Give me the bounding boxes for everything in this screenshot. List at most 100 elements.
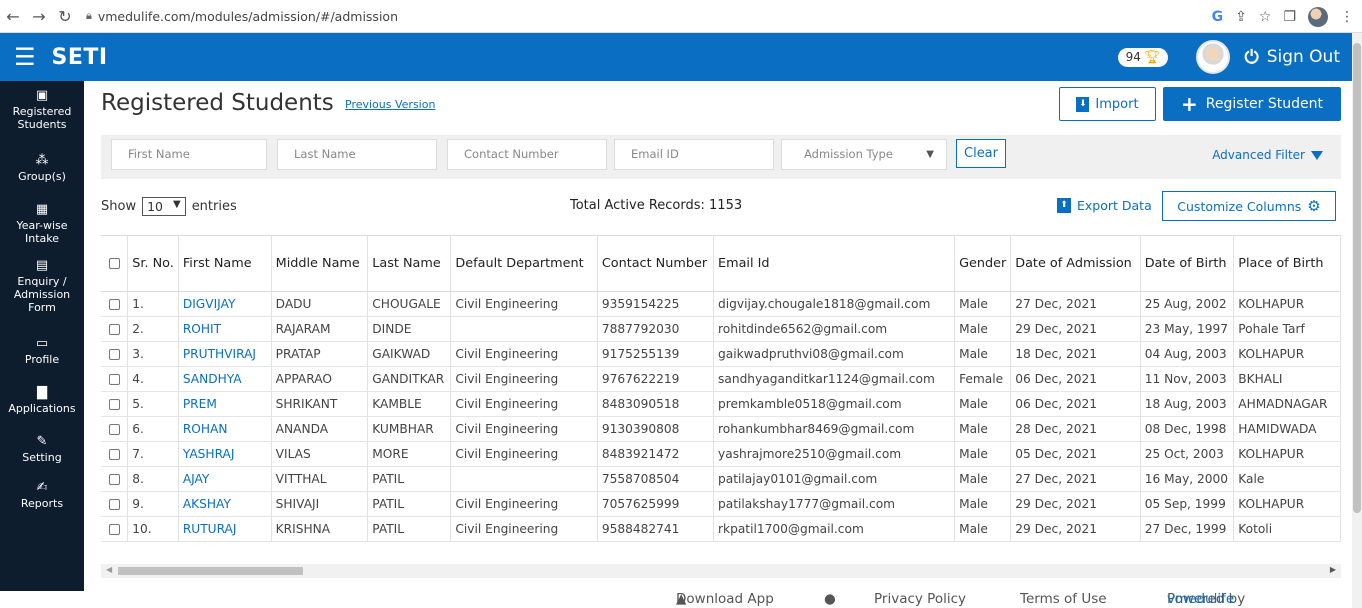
trophy-icon: 🏆︎ <box>1143 49 1161 65</box>
select-all-checkbox[interactable] <box>109 257 120 269</box>
row-checkbox[interactable] <box>109 298 120 310</box>
column-header[interactable]: Last Name <box>367 236 452 292</box>
sidebar-item-year-wise-intake[interactable]: ▦ Year-wise Intake <box>0 203 84 245</box>
apple-icon[interactable]: ● <box>824 591 836 607</box>
scroll-left-icon[interactable]: ◀ <box>106 565 112 574</box>
entries-select[interactable]: 10 ▼ <box>142 197 186 216</box>
table-cell: 9588482741 <box>597 516 715 542</box>
scroll-right-icon[interactable]: ▶ <box>1330 565 1336 574</box>
register-student-button[interactable]: + Register Student <box>1163 87 1341 121</box>
sidepanel-icon[interactable]: ❐ <box>1283 9 1296 25</box>
column-header[interactable]: First Name <box>178 236 272 292</box>
table-row[interactable]: 4. SANDHYA APPARAO GANDITKAR Civil Engineeri… <box>101 366 1341 392</box>
student-name-link[interactable]: PREM <box>178 391 272 417</box>
bookmark-star-icon[interactable]: ☆ <box>1259 9 1272 25</box>
table-row[interactable]: 5. PREM SHRIKANT KAMBLE Civil Engineering 848… <box>101 391 1341 417</box>
previous-version-link[interactable]: Previous Version <box>345 98 435 111</box>
contact-number-input[interactable]: Contact Number <box>447 139 607 170</box>
column-header[interactable]: Email Id <box>713 236 956 292</box>
table-horizontal-scrollbar[interactable]: ◀ ▶ <box>101 564 1341 578</box>
table-cell: PATIL <box>367 516 452 542</box>
page-scrollbar[interactable] <box>1352 33 1362 608</box>
email-id-input[interactable]: Email ID <box>614 139 774 170</box>
column-header[interactable]: Middle Name <box>271 236 369 292</box>
column-header[interactable]: Place of Birth <box>1233 236 1341 292</box>
customize-columns-button[interactable]: Customize Columns ⚙ <box>1162 191 1336 221</box>
last-name-input[interactable]: Last Name <box>277 139 437 170</box>
student-name-link[interactable]: RUTURAJ <box>178 516 272 542</box>
student-name-link[interactable]: PRUTHVIRAJ <box>178 341 272 367</box>
sidebar-item-reports[interactable]: ✍ Reports <box>0 481 84 510</box>
row-checkbox[interactable] <box>109 498 120 510</box>
column-header[interactable]: Date of Birth <box>1140 236 1235 292</box>
table-cell: SHIVAJI <box>271 491 369 517</box>
sidebar-item-setting[interactable]: ✎ Setting <box>0 435 84 464</box>
column-header[interactable]: Sr. No. <box>127 236 179 292</box>
row-checkbox[interactable] <box>109 523 120 535</box>
student-name-link[interactable]: SANDHYA <box>178 366 272 392</box>
column-header[interactable]: Contact Number <box>597 236 715 292</box>
column-header[interactable]: Default Department <box>450 236 598 292</box>
admission-type-select[interactable]: Admission Type ▼ <box>781 139 947 170</box>
clear-button[interactable]: Clear <box>956 139 1006 168</box>
google-icon[interactable]: G <box>1212 9 1224 25</box>
table-row[interactable]: 8. AJAY VITTHAL PATIL 7558708504 patilajay010… <box>101 466 1341 492</box>
table-cell: patilakshay1777@gmail.com <box>713 491 956 517</box>
table-row[interactable]: 1. DIGVIJAY DADU CHOUGALE Civil Engineering 9… <box>101 291 1341 317</box>
table-row[interactable]: 7. YASHRAJ VILAS MORE Civil Engineering 84839… <box>101 441 1341 467</box>
table-row[interactable]: 2. ROHIT RAJARAM DINDE 7887792030 rohitdinde6… <box>101 316 1341 342</box>
student-name-link[interactable]: AKSHAY <box>178 491 272 517</box>
table-row[interactable]: 6. ROHAN ANANDA KUMBHAR Civil Engineering 913… <box>101 416 1341 442</box>
browser-profile-icon[interactable] <box>1308 6 1328 27</box>
browser-menu-icon[interactable]: ⋮ <box>1340 9 1354 25</box>
row-checkbox[interactable] <box>109 373 120 385</box>
export-data-button[interactable]: ⬆ Export Data <box>1057 198 1152 213</box>
table-header-row: Sr. No. First Name Middle Name Last Name… <box>101 236 1341 292</box>
points-badge[interactable]: 94 🏆︎ <box>1117 47 1169 67</box>
privacy-policy-link[interactable]: Privacy Policy <box>874 591 966 607</box>
reload-icon[interactable]: ↻ <box>52 7 78 26</box>
row-checkbox[interactable] <box>109 348 120 360</box>
student-name-link[interactable]: YASHRAJ <box>178 441 272 467</box>
row-checkbox[interactable] <box>109 473 120 485</box>
sidebar-item-applications[interactable]: ▇ Applications <box>0 386 84 415</box>
table-row[interactable]: 3. PRUTHVIRAJ PRATAP GAIKWAD Civil Engineeri… <box>101 341 1341 367</box>
table-row[interactable]: 10. RUTURAJ KRISHNA PATIL Civil Engineering 9… <box>101 516 1341 542</box>
address-bar[interactable]: 🔒︎ vmedulife.com/modules/admission/#/adm… <box>86 9 398 24</box>
forward-icon[interactable]: → <box>26 7 52 26</box>
android-icon[interactable]: ▲ <box>676 591 686 607</box>
row-checkbox[interactable] <box>109 323 120 335</box>
vmedulife-link[interactable]: vmedulife <box>1167 591 1234 607</box>
table-cell: KUMBHAR <box>367 416 452 442</box>
student-name-link[interactable]: AJAY <box>178 466 272 492</box>
table-row[interactable]: 9. AKSHAY SHIVAJI PATIL Civil Engineering 705… <box>101 491 1341 517</box>
row-checkbox[interactable] <box>109 448 120 460</box>
table-cell: 29 Dec, 2021 <box>1010 491 1141 517</box>
table-cell: 9130390808 <box>597 416 715 442</box>
table-cell: Male <box>954 441 1012 467</box>
column-header[interactable]: Date of Admission <box>1010 236 1141 292</box>
back-icon[interactable]: ← <box>0 7 26 26</box>
student-name-link[interactable]: ROHIT <box>178 316 272 342</box>
sidebar-item-registered-students[interactable]: ▣ Registered Students <box>0 89 84 131</box>
student-name-link[interactable]: DIGVIJAY <box>178 291 272 317</box>
advanced-filter-button[interactable]: Advanced Filter <box>1212 148 1323 162</box>
page-scrollbar-thumb[interactable] <box>1353 43 1361 513</box>
sign-out-button[interactable]: ⏻ Sign Out <box>1244 47 1340 68</box>
row-checkbox[interactable] <box>109 423 120 435</box>
terms-of-use-link[interactable]: Terms of Use <box>1020 591 1107 607</box>
row-checkbox[interactable] <box>109 398 120 410</box>
table-cell: DINDE <box>367 316 452 342</box>
sidebar-item-groups[interactable]: ⁂ Group(s) <box>0 154 84 183</box>
column-header[interactable]: Gender <box>954 236 1012 292</box>
student-name-link[interactable]: ROHAN <box>178 416 272 442</box>
hamburger-menu-icon[interactable]: ☰ <box>14 43 36 71</box>
share-icon[interactable]: ⇪ <box>1235 9 1247 25</box>
first-name-input[interactable]: First Name <box>111 139 267 170</box>
import-button[interactable]: ⬇ Import <box>1059 87 1156 121</box>
sidebar-item-enquiry-admission-form[interactable]: ▤ Enquiry / Admission Form <box>0 259 84 314</box>
table-scrollbar-thumb[interactable] <box>118 567 303 575</box>
table-cell: 04 Aug, 2003 <box>1140 341 1235 367</box>
user-avatar[interactable] <box>1196 40 1231 74</box>
sidebar-item-profile[interactable]: ▭ Profile <box>0 337 84 366</box>
